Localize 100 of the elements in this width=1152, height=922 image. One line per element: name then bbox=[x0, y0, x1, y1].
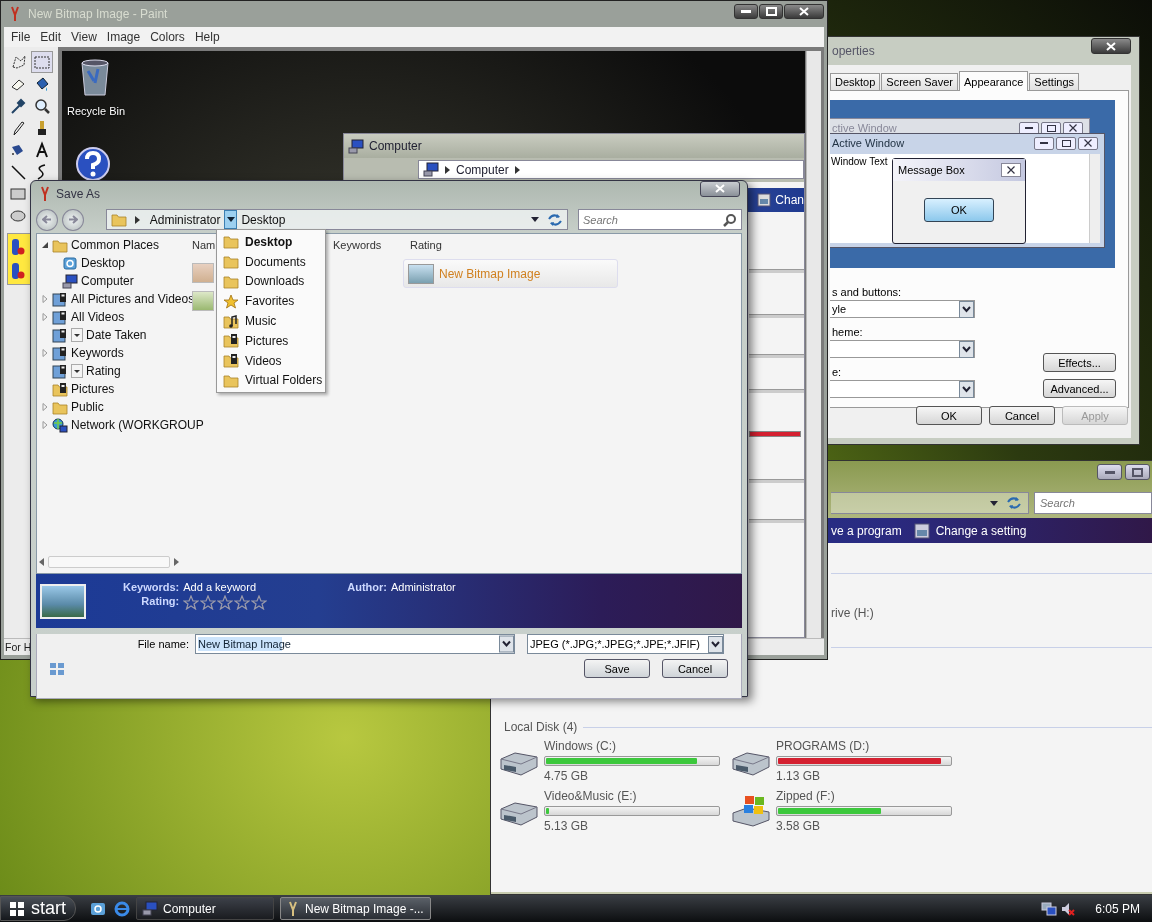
field-value[interactable]: Administrator bbox=[390, 581, 456, 593]
maximize-button[interactable] bbox=[1125, 464, 1150, 480]
tree-item[interactable]: Common Places bbox=[37, 236, 160, 254]
folders-icon[interactable] bbox=[49, 661, 65, 676]
menu-item[interactable]: File bbox=[6, 30, 36, 44]
breadcrumb-item[interactable]: Computer bbox=[456, 162, 509, 177]
star-rating[interactable] bbox=[183, 595, 268, 610]
maximize-button[interactable] bbox=[759, 3, 783, 19]
back-arrow-icon bbox=[41, 215, 52, 224]
magnifier-tool-icon bbox=[33, 97, 51, 115]
menu-item[interactable]: View bbox=[66, 30, 102, 44]
menu-item[interactable]: Music bbox=[217, 311, 325, 331]
menu-item[interactable]: Edit bbox=[35, 30, 67, 44]
drive-item[interactable]: Zipped (F:) 3.58 GB bbox=[731, 789, 963, 833]
network-icon[interactable] bbox=[1041, 901, 1058, 916]
dropdown[interactable]: yle bbox=[830, 300, 975, 318]
menu-item[interactable]: Documents bbox=[217, 251, 325, 272]
minimize-icon bbox=[1025, 127, 1033, 129]
close-button[interactable] bbox=[784, 3, 824, 19]
dropdown-arrow-icon[interactable] bbox=[990, 500, 998, 506]
drive-item[interactable]: Video&Music (E:) 5.13 GB bbox=[499, 789, 731, 833]
menu-item[interactable]: Colors bbox=[145, 30, 190, 44]
button[interactable]: Save bbox=[584, 659, 650, 678]
folder-icon bbox=[223, 274, 239, 289]
search-icon[interactable] bbox=[723, 213, 737, 227]
tree-item[interactable]: Keywords bbox=[37, 344, 124, 362]
dropdown-arrow-button[interactable] bbox=[224, 210, 238, 229]
music-folder-icon bbox=[223, 313, 239, 329]
star-icon bbox=[217, 595, 234, 610]
tool-option-icon[interactable] bbox=[11, 238, 25, 256]
close-button[interactable] bbox=[1001, 163, 1021, 177]
dropdown-arrow-icon[interactable] bbox=[531, 217, 539, 222]
folder-icon bbox=[223, 372, 239, 388]
close-button[interactable] bbox=[700, 180, 740, 197]
refresh-icon[interactable] bbox=[547, 212, 563, 227]
tree-item[interactable]: Pictures bbox=[37, 380, 115, 398]
menu-item[interactable]: Pictures bbox=[217, 331, 325, 351]
menu-item[interactable]: Downloads bbox=[217, 271, 325, 292]
search-field[interactable]: Search bbox=[578, 209, 742, 230]
button[interactable]: OK bbox=[916, 406, 982, 425]
field-value[interactable]: Add a keyword bbox=[183, 581, 268, 593]
toolbar-button[interactable]: Change a setting bbox=[913, 522, 1027, 539]
column-header[interactable]: Rating bbox=[410, 239, 442, 251]
drive-item[interactable]: Windows (C:) 4.75 GB bbox=[499, 739, 731, 783]
menu-item[interactable]: Virtual Folders bbox=[217, 370, 325, 391]
taskbar-button[interactable]: New Bitmap Image -... bbox=[280, 897, 431, 920]
tree-item[interactable]: Computer bbox=[37, 272, 134, 290]
volume-muted-icon[interactable] bbox=[1061, 901, 1076, 916]
chevron-right-icon bbox=[445, 165, 450, 174]
forward-button[interactable] bbox=[61, 208, 84, 231]
free-select-tool-icon bbox=[9, 53, 27, 71]
tree-item[interactable]: Rating bbox=[37, 362, 121, 380]
tab[interactable]: Desktop bbox=[830, 73, 881, 90]
menu-item[interactable]: Desktop bbox=[217, 232, 325, 252]
tool-option-icon[interactable] bbox=[11, 262, 25, 280]
menu-item[interactable]: Image bbox=[101, 30, 146, 44]
network-icon bbox=[52, 417, 68, 433]
tree-item[interactable]: Date Taken bbox=[37, 326, 147, 344]
back-button[interactable] bbox=[36, 208, 58, 231]
button[interactable]: Cancel bbox=[989, 406, 1055, 425]
close-button[interactable] bbox=[1078, 136, 1098, 150]
field-label: s and buttons: bbox=[831, 286, 902, 299]
breadcrumb-item[interactable]: Administrator bbox=[145, 210, 225, 229]
taskbar-button[interactable]: Computer bbox=[136, 897, 274, 920]
maximize-button[interactable] bbox=[1056, 136, 1076, 150]
minimize-button[interactable] bbox=[1097, 464, 1122, 480]
tree-item[interactable]: Desktop bbox=[37, 254, 126, 272]
breadcrumb-item[interactable]: Desktop bbox=[237, 210, 290, 229]
toolbar-button[interactable]: Chan bbox=[775, 193, 804, 207]
menu-item[interactable]: Videos bbox=[217, 350, 325, 371]
tree-item[interactable]: All Videos bbox=[37, 308, 125, 326]
tab[interactable]: Appearance bbox=[959, 71, 1029, 91]
start-button[interactable]: start bbox=[0, 896, 76, 921]
file-type-dropdown[interactable]: JPEG (*.JPG;*.JPEG;*.JPE;*.JFIF) bbox=[527, 634, 724, 654]
paint-icon bbox=[286, 900, 300, 917]
tab[interactable]: Screen Saver bbox=[881, 73, 958, 90]
ok-button[interactable]: OK bbox=[924, 198, 994, 222]
file-name-field[interactable]: New Bitmap Image bbox=[195, 634, 515, 654]
button[interactable]: Effects... bbox=[1043, 353, 1116, 372]
collapse-arrow-icon[interactable] bbox=[42, 241, 49, 249]
search-field[interactable]: Search bbox=[1034, 492, 1152, 514]
close-button[interactable] bbox=[1091, 38, 1131, 54]
column-header[interactable]: Keywords bbox=[333, 239, 410, 251]
minimize-button[interactable] bbox=[734, 3, 758, 19]
tab[interactable]: Settings bbox=[1029, 73, 1080, 90]
browser-icon[interactable] bbox=[114, 900, 130, 917]
tree-item[interactable]: Network (WORKGROUP bbox=[37, 416, 204, 434]
menu-item[interactable]: Help bbox=[189, 30, 225, 44]
tree-item[interactable]: Public bbox=[37, 398, 104, 416]
desktop-icon[interactable] bbox=[90, 900, 106, 917]
toolbar-button[interactable]: ve a program bbox=[831, 523, 902, 538]
star-icon bbox=[251, 595, 268, 610]
button[interactable]: Cancel bbox=[662, 659, 728, 678]
drive-item[interactable]: PROGRAMS (D:) 1.13 GB bbox=[731, 739, 963, 783]
minimize-icon bbox=[1040, 142, 1048, 144]
menu-item[interactable]: Favorites bbox=[217, 291, 325, 312]
refresh-icon[interactable] bbox=[1006, 496, 1022, 510]
address-bar[interactable]: Administrator Desktop bbox=[105, 209, 568, 230]
minimize-button[interactable] bbox=[1034, 136, 1054, 150]
button[interactable]: Advanced... bbox=[1043, 379, 1116, 398]
